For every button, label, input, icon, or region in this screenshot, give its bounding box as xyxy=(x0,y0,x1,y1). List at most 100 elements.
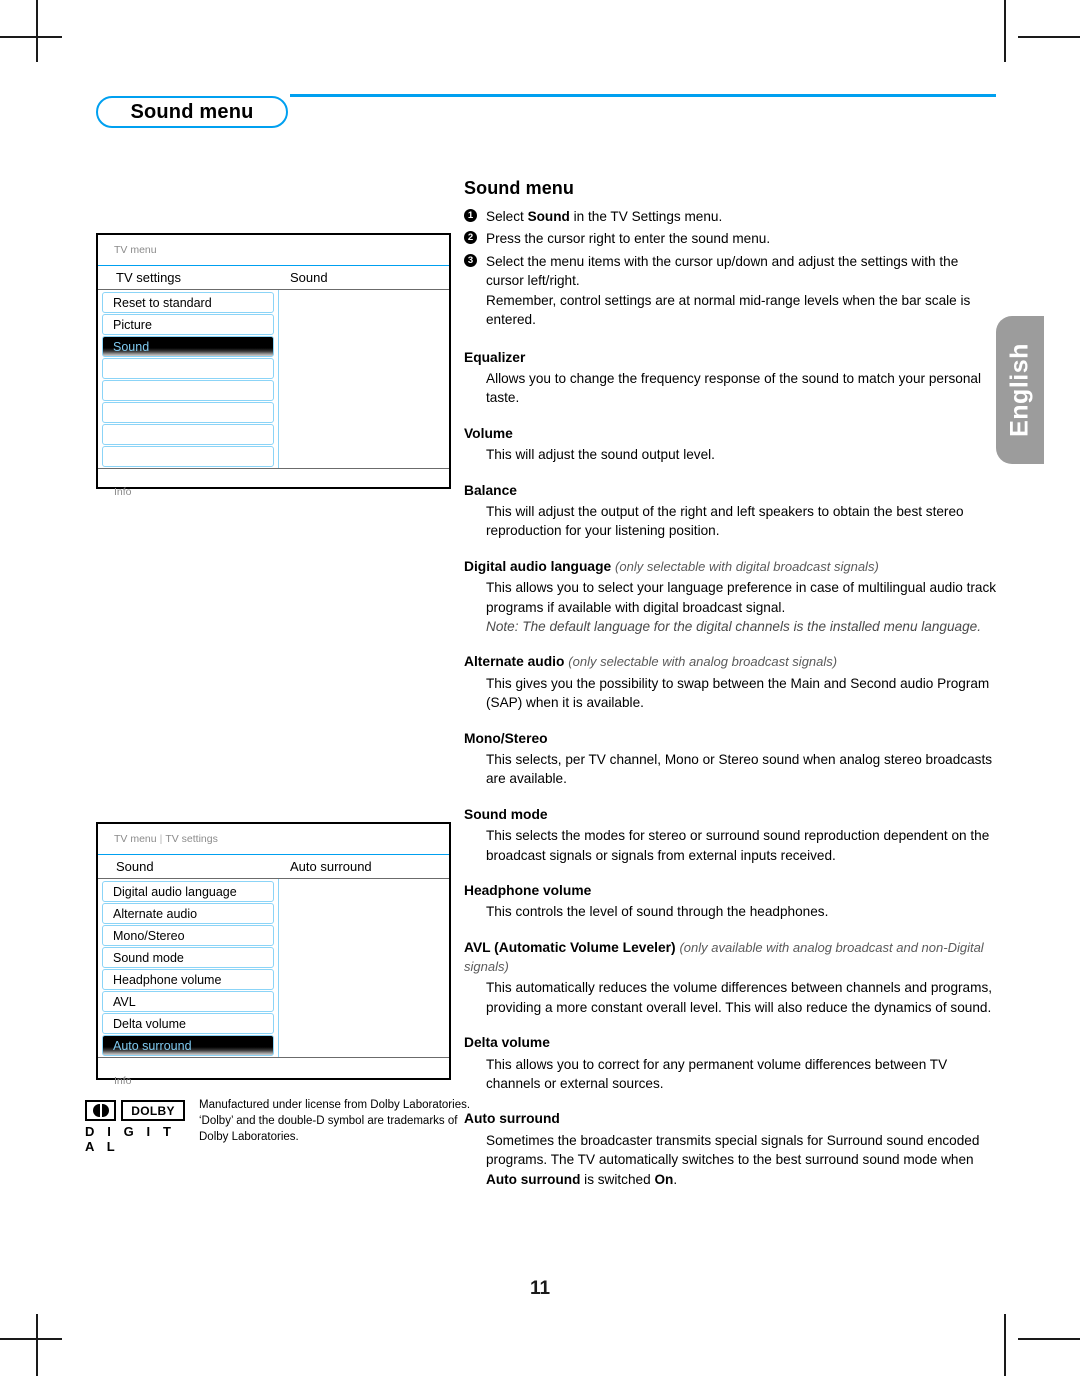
menu-item[interactable]: Delta volume xyxy=(102,1013,274,1034)
section-body: This will adjust the sound output level. xyxy=(486,447,715,463)
section-body: This selects, per TV channel, Mono or St… xyxy=(486,751,993,787)
section-heading-text: Digital audio language xyxy=(464,558,612,574)
menu-info-label: Info xyxy=(114,1075,132,1087)
section-heading: Equalizer xyxy=(464,349,526,365)
step-text-post: in the TV Settings menu. xyxy=(569,209,723,224)
section-heading: Headphone volume xyxy=(464,882,592,898)
double-d-icon xyxy=(85,1100,116,1121)
menu-left-title: TV settings xyxy=(116,270,182,285)
step-number: 1 xyxy=(464,209,477,222)
menu-item[interactable]: Headphone volume xyxy=(102,969,274,990)
step-number: 3 xyxy=(464,253,477,267)
section-heading: Balance xyxy=(464,482,517,498)
section-sound-mode: Sound mode This selects the modes for st… xyxy=(464,805,999,865)
menu-item[interactable] xyxy=(102,446,274,467)
menu-title-row: Sound Auto surround xyxy=(98,854,449,879)
header-rule xyxy=(290,94,996,97)
section-delta-volume: Delta volume This allows you to correct … xyxy=(464,1033,999,1093)
step-text-pre: Select xyxy=(486,209,528,224)
section-note: Note: The default language for the digit… xyxy=(486,618,981,634)
menu-item-list: Digital audio language Alternate audio M… xyxy=(98,879,278,1057)
section-heading: Volume xyxy=(464,425,513,441)
language-tab-label: English xyxy=(1005,343,1034,437)
section-heading-qualifier: (only selectable with analog broadcast s… xyxy=(568,654,838,670)
section-heading-text: Alternate audio xyxy=(464,654,565,670)
section-body: This allows you to correct for any perma… xyxy=(486,1056,948,1091)
section-heading: Mono/Stereo xyxy=(464,730,548,746)
section-body: This controls the level of sound through… xyxy=(486,904,829,920)
menu-right-title: Sound xyxy=(290,270,328,285)
menu-item[interactable] xyxy=(102,380,274,401)
step-number: 2 xyxy=(464,231,477,245)
menu-item[interactable]: Sound mode xyxy=(102,947,274,968)
page-number: 11 xyxy=(529,1278,551,1299)
menu-info-bar: Info xyxy=(98,1057,449,1093)
menu-item[interactable] xyxy=(102,424,274,445)
crop-mark-top-left-vertical xyxy=(36,0,38,62)
menu-item[interactable]: Digital audio language xyxy=(102,881,274,902)
menu-detail-pane xyxy=(278,290,449,468)
dolby-wordmark: DOLBY xyxy=(121,1100,185,1121)
menu-item[interactable]: Picture xyxy=(102,314,274,335)
section-body-mid: is switched xyxy=(580,1171,655,1187)
section-heading: Delta volume xyxy=(464,1035,550,1051)
step-text: Press the cursor right to enter the soun… xyxy=(486,231,771,247)
menu-item[interactable]: Alternate audio xyxy=(102,903,274,924)
dolby-credit-block: DOLBY D I G I T A L Manufactured under l… xyxy=(85,1098,471,1154)
menu-item[interactable]: Mono/Stereo xyxy=(102,925,274,946)
section-body-bold-on: On xyxy=(654,1171,674,1187)
crop-mark-top-right-horizontal xyxy=(1018,36,1080,38)
step-text: Select Sound in the TV Settings menu. xyxy=(486,209,722,224)
language-tab: English xyxy=(996,316,1044,464)
section-alternate-audio: Alternate audio (only selectable with an… xyxy=(464,652,999,712)
step-item: 3 Select the menu items with the cursor … xyxy=(464,252,999,330)
tv-menu-screenshot-sound: TV menu | TV settings Sound Auto surround … xyxy=(96,822,451,1087)
section-balance: Balance This will adjust the output of t… xyxy=(464,481,999,541)
menu-item[interactable]: AVL xyxy=(102,991,274,1012)
menu-left-title: Sound xyxy=(116,859,154,874)
breadcrumb: TV menu | TV settings xyxy=(98,824,449,854)
dolby-digital-wordmark: D I G I T A L xyxy=(85,1124,176,1154)
steps-list: 1 Select Sound in the TV Settings menu. … xyxy=(464,207,999,330)
crop-mark-bottom-right-horizontal xyxy=(1018,1338,1080,1340)
crop-mark-top-right-vertical xyxy=(1004,0,1006,62)
section-mono-stereo: Mono/Stereo This selects, per TV channel… xyxy=(464,729,999,789)
section-heading-text: AVL (Automatic Volume Leveler) xyxy=(464,939,676,955)
crop-mark-bottom-left-vertical xyxy=(36,1314,38,1376)
menu-item-list: Reset to standard Picture Sound xyxy=(98,290,278,468)
section-body-end: . xyxy=(673,1171,678,1187)
section-auto-surround: Auto surround Sometimes the broadcaster … xyxy=(464,1109,999,1189)
section-badge-label: Sound menu xyxy=(130,100,254,123)
crop-mark-top-left-horizontal xyxy=(0,36,62,38)
section-body: This gives you the possibility to swap b… xyxy=(486,675,990,711)
menu-item[interactable] xyxy=(102,358,274,379)
section-body-bold-auto-surround: Auto surround xyxy=(486,1171,581,1187)
page-title: Sound menu xyxy=(464,178,574,198)
crop-mark-bottom-right-vertical xyxy=(1004,1314,1006,1376)
section-body: This will adjust the output of the right… xyxy=(486,503,964,539)
menu-item[interactable]: Reset to standard xyxy=(102,292,274,313)
menu-body: Reset to standard Picture Sound xyxy=(98,290,449,468)
step-text-extra: Remember, control settings are at normal… xyxy=(486,292,971,328)
section-body: This allows you to select your language … xyxy=(486,580,997,615)
dolby-digital-logo: DOLBY D I G I T A L xyxy=(85,1098,185,1154)
section-body: This automatically reduces the volume di… xyxy=(486,980,993,1015)
menu-detail-pane xyxy=(278,879,449,1057)
section-heading: AVL (Automatic Volume Leveler) (only ava… xyxy=(464,938,999,977)
breadcrumb: TV menu xyxy=(98,235,449,265)
dolby-credit-text: Manufactured under license from Dolby La… xyxy=(199,1099,471,1143)
menu-item-selected[interactable]: Sound xyxy=(102,336,274,357)
step-text: Select the menu items with the cursor up… xyxy=(486,253,959,289)
main-content: Sound menu 1 Select Sound in the TV Sett… xyxy=(464,178,999,1205)
section-headphone-volume: Headphone volume This controls the level… xyxy=(464,881,999,922)
section-heading: Sound mode xyxy=(464,806,548,822)
menu-right-title: Auto surround xyxy=(290,859,372,874)
step-item: 2 Press the cursor right to enter the so… xyxy=(464,229,999,248)
menu-title-row: TV settings Sound xyxy=(98,265,449,290)
menu-item[interactable] xyxy=(102,402,274,423)
crop-mark-bottom-left-horizontal xyxy=(0,1338,62,1340)
menu-item-selected[interactable]: Auto surround xyxy=(102,1035,274,1056)
menu-info-bar: Info xyxy=(98,468,449,504)
section-badge: Sound menu xyxy=(96,96,288,128)
step-text-bold: Sound xyxy=(527,209,570,224)
